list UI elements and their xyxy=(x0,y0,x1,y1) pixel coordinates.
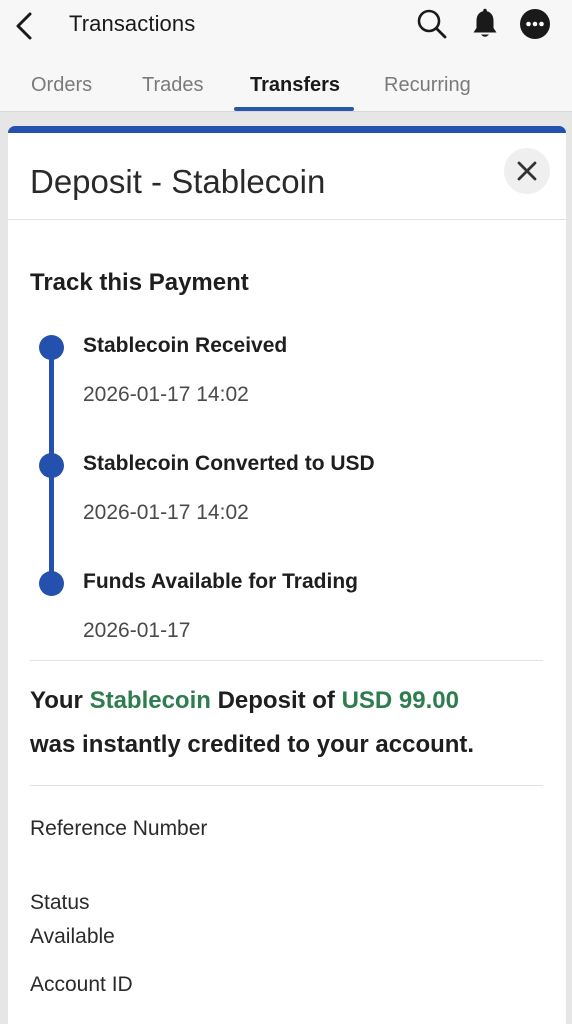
timeline-step-dot xyxy=(39,571,64,596)
modal-header: Deposit - Stablecoin xyxy=(8,133,566,220)
summary-prefix: Your xyxy=(30,687,90,714)
notifications-button[interactable] xyxy=(468,5,502,43)
track-payment-heading: Track this Payment xyxy=(30,269,249,296)
close-button[interactable] xyxy=(504,148,550,194)
status-label: Status xyxy=(30,891,90,914)
step-label: Stablecoin Converted to USD xyxy=(83,452,375,475)
status-value: Available xyxy=(30,925,115,948)
transaction-tabs: Orders Trades Transfers Recurring xyxy=(0,60,572,112)
back-button[interactable] xyxy=(4,6,44,46)
timeline-step-dot xyxy=(39,453,64,478)
more-button[interactable] xyxy=(518,5,552,43)
close-icon xyxy=(517,161,537,181)
step-time: 2026-01-17 14:02 xyxy=(83,501,249,524)
step-label: Funds Available for Trading xyxy=(83,570,358,593)
chevron-left-icon xyxy=(16,12,32,40)
tab-orders[interactable]: Orders xyxy=(31,74,92,97)
timeline-step-dot xyxy=(39,335,64,360)
app-header: Transactions Orders Trades Transfers Rec… xyxy=(0,0,572,112)
step-label: Stablecoin Received xyxy=(83,334,288,357)
summary-amount: USD 99.00 xyxy=(341,687,459,714)
tab-trades[interactable]: Trades xyxy=(142,74,204,97)
search-icon xyxy=(417,9,447,39)
page-title: Transactions xyxy=(69,11,196,36)
reference-number-label: Reference Number xyxy=(30,817,208,840)
modal-title: Deposit - Stablecoin xyxy=(30,163,326,200)
bell-icon xyxy=(473,8,497,37)
deposit-detail-modal: Deposit - Stablecoin Track this Payment … xyxy=(8,126,566,1024)
divider xyxy=(30,785,543,786)
summary-middle: Deposit of xyxy=(210,687,342,714)
summary-asset: Stablecoin xyxy=(89,687,211,714)
account-id-label: Account ID xyxy=(30,973,133,996)
tab-transfers[interactable]: Transfers xyxy=(250,74,340,97)
step-time: 2026-01-17 14:02 xyxy=(83,383,249,406)
summary-suffix: was instantly credited to your account. xyxy=(30,731,475,758)
search-button[interactable] xyxy=(415,5,449,43)
deposit-summary: Your Stablecoin Deposit of USD 99.00 was… xyxy=(30,679,545,767)
tab-recurring[interactable]: Recurring xyxy=(384,74,471,97)
step-time: 2026-01-17 xyxy=(83,619,191,642)
active-tab-indicator xyxy=(234,107,354,111)
divider xyxy=(30,660,543,661)
more-icon xyxy=(520,9,550,39)
